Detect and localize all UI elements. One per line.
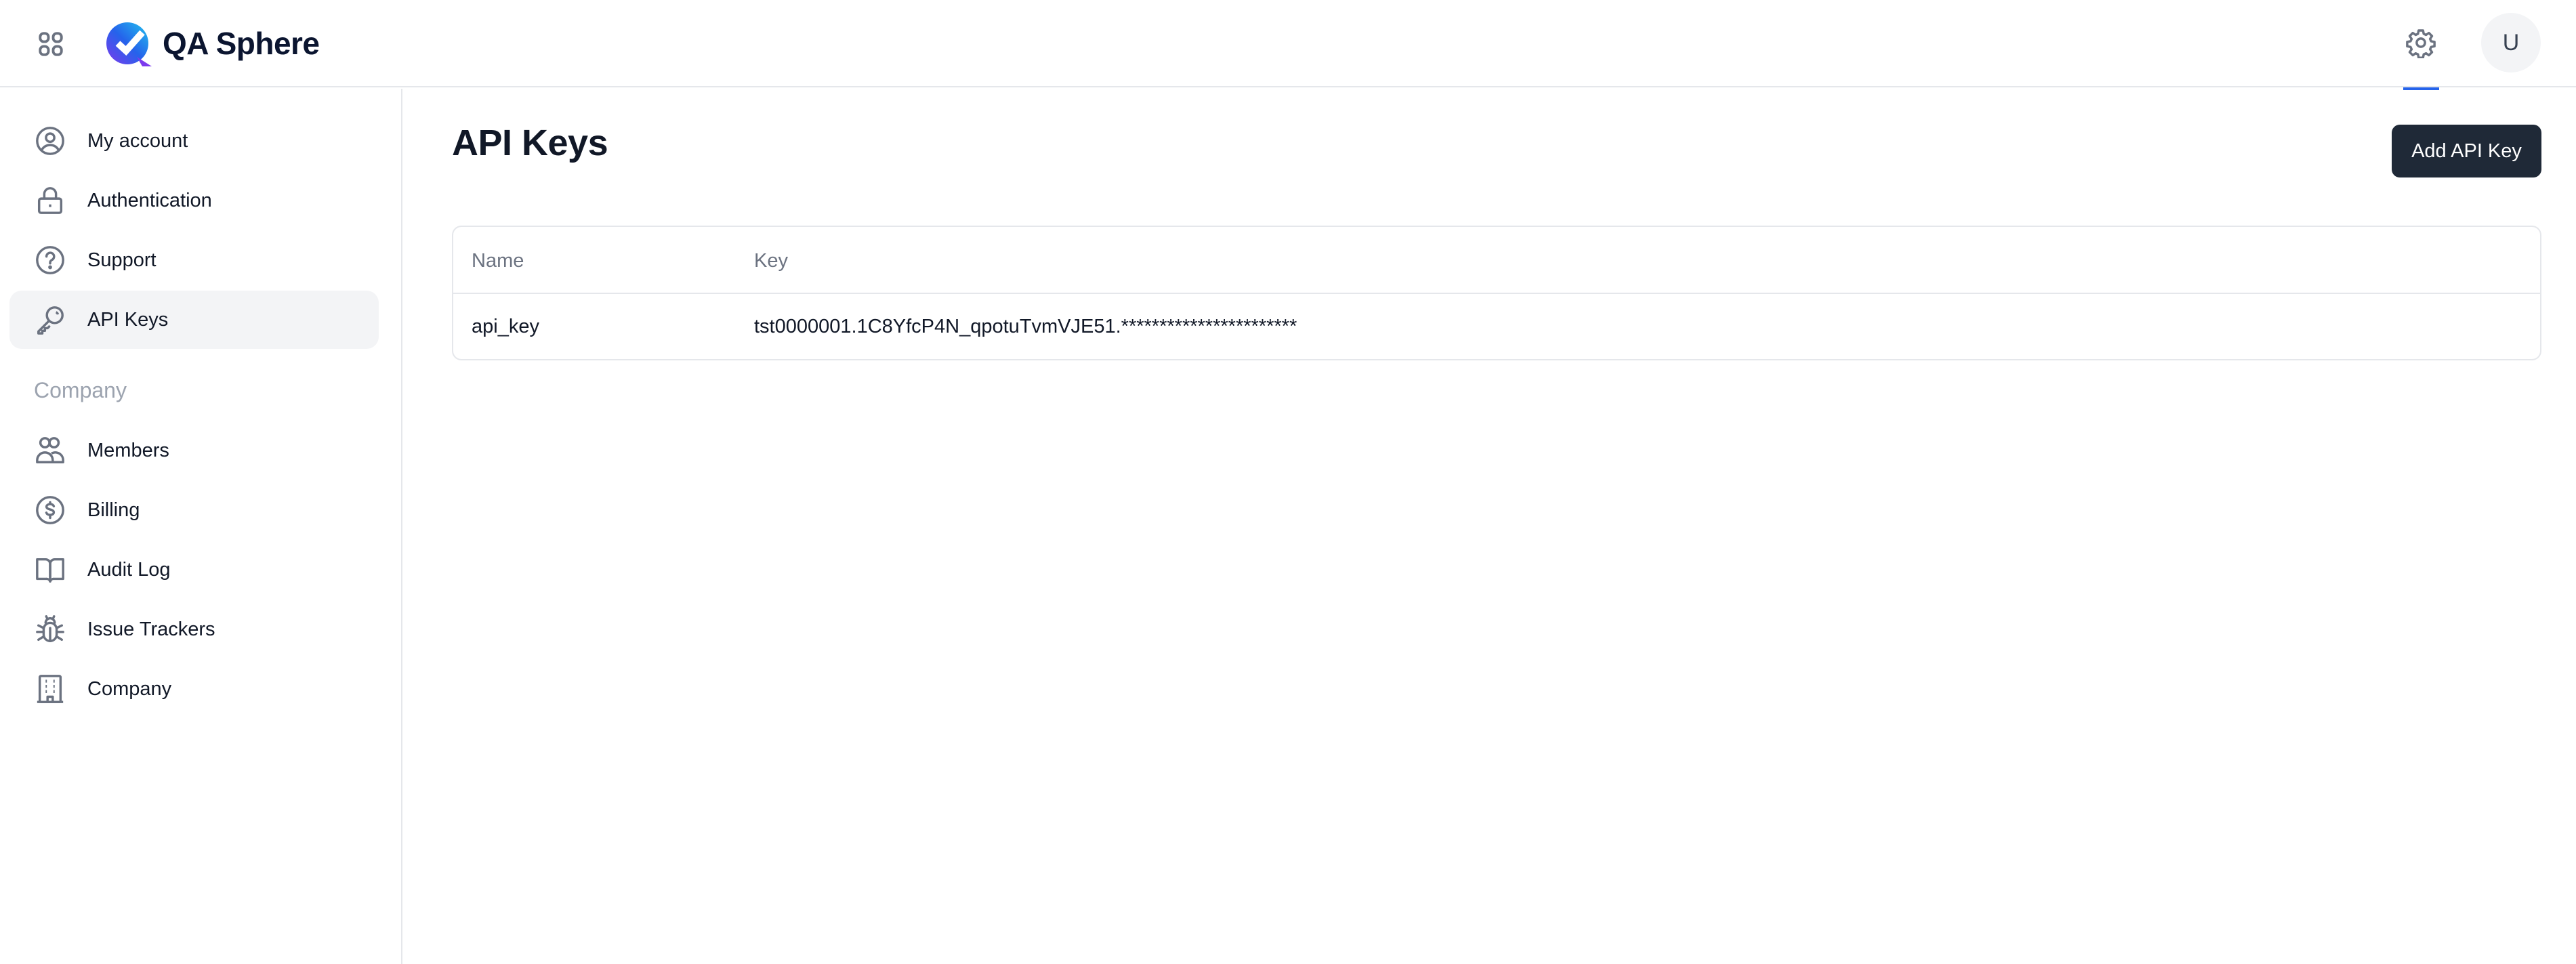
grid-icon — [39, 32, 63, 56]
users-icon — [34, 434, 66, 467]
question-circle-icon — [34, 244, 66, 276]
book-open-icon — [34, 553, 66, 586]
apps-menu-button[interactable] — [34, 27, 68, 61]
app-name: QA Sphere — [163, 26, 320, 61]
gear-icon — [2406, 29, 2436, 58]
settings-button[interactable] — [2403, 22, 2439, 63]
api-key-name-cell: api_key — [472, 316, 539, 337]
sidebar-item-label: Issue Trackers — [87, 618, 215, 640]
column-header-key[interactable]: Key — [754, 250, 788, 272]
table-header: Name Key — [453, 227, 2540, 294]
company-section-heading: Company — [34, 378, 127, 402]
top-header: QA Sphere U — [0, 0, 2576, 90]
avatar-initial: U — [2502, 29, 2520, 56]
user-avatar[interactable]: U — [2481, 13, 2541, 72]
sidebar-item-issue-trackers[interactable]: Issue Trackers — [9, 600, 379, 658]
table-row[interactable]: api_key tst0000001.1C8YfcP4N_qpotuTvmVJE… — [453, 294, 2540, 360]
settings-sidebar: My account Authentication Support API Ke… — [0, 89, 402, 964]
lock-icon — [34, 184, 66, 217]
sidebar-item-company[interactable]: Company — [9, 660, 379, 718]
sidebar-item-label: Support — [87, 249, 157, 271]
dollar-circle-icon — [34, 494, 66, 526]
column-header-name[interactable]: Name — [472, 250, 524, 272]
sidebar-item-label: Members — [87, 439, 169, 461]
sidebar-item-members[interactable]: Members — [9, 421, 379, 480]
sidebar-item-label: API Keys — [87, 308, 169, 331]
sidebar-item-api-keys[interactable]: API Keys — [9, 291, 379, 349]
sidebar-item-label: Audit Log — [87, 558, 171, 581]
sidebar-item-my-account[interactable]: My account — [9, 112, 379, 170]
sidebar-item-label: Company — [87, 677, 172, 700]
sidebar-item-authentication[interactable]: Authentication — [9, 171, 379, 230]
active-tab-indicator — [2403, 87, 2439, 90]
sidebar-item-label: Billing — [87, 499, 140, 521]
api-keys-table: Name Key api_key tst0000001.1C8YfcP4N_qp… — [452, 226, 2541, 360]
sidebar-item-billing[interactable]: Billing — [9, 481, 379, 539]
user-circle-icon — [34, 125, 66, 157]
building-icon — [34, 673, 66, 705]
app-logo[interactable]: QA Sphere — [104, 19, 320, 68]
sidebar-item-audit-log[interactable]: Audit Log — [9, 541, 379, 599]
bug-icon — [34, 613, 66, 646]
api-key-value-cell: tst0000001.1C8YfcP4N_qpotuTvmVJE51.*****… — [754, 316, 1297, 337]
qa-sphere-logo-icon — [106, 22, 152, 66]
key-icon — [34, 303, 66, 336]
add-api-key-button[interactable]: Add API Key — [2392, 125, 2541, 177]
sidebar-item-support[interactable]: Support — [9, 231, 379, 289]
page-title: API Keys — [452, 123, 608, 163]
sidebar-item-label: Authentication — [87, 189, 212, 211]
sidebar-item-label: My account — [87, 129, 188, 152]
